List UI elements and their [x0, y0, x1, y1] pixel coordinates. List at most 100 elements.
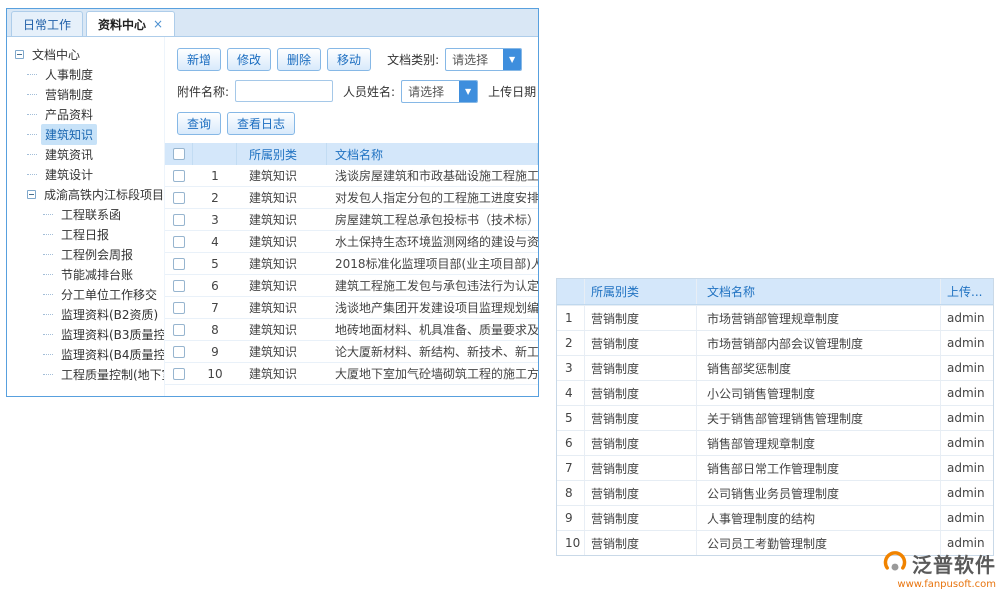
row-number-cell: 9 — [557, 506, 585, 530]
document-center-window: 日常工作 资料中心 × 文档中心 人事制度 营销制度 — [6, 8, 539, 397]
expand-icon[interactable] — [43, 334, 53, 335]
tab-data-center[interactable]: 资料中心 × — [86, 11, 175, 36]
expand-icon[interactable] — [43, 214, 53, 215]
sidebar-tree-item[interactable]: 分工单位工作移交 — [7, 284, 164, 304]
document-row[interactable]: 9 营销制度 人事管理制度的结构 admin — [557, 505, 993, 530]
document-row[interactable]: 10 建筑知识 大厦地下室加气砼墙砌筑工程的施工方... — [165, 363, 538, 385]
header-category-cell: 所属别类 — [237, 143, 327, 165]
expand-icon[interactable] — [43, 254, 53, 255]
category-cell: 建筑知识 — [237, 167, 327, 184]
row-checkbox[interactable] — [173, 170, 185, 182]
action-button[interactable]: 修改 — [227, 48, 271, 71]
row-checkbox[interactable] — [173, 280, 185, 292]
sidebar-tree-item[interactable]: 节能减排台账 — [7, 264, 164, 284]
sidebar-tree-item[interactable]: 工程联系函 — [7, 204, 164, 224]
row-checkbox[interactable] — [173, 258, 185, 270]
chevron-down-icon[interactable]: ▼ — [459, 81, 477, 102]
document-row[interactable]: 1 营销制度 市场营销部管理规章制度 admin — [557, 305, 993, 330]
sidebar-tree-item[interactable]: 工程日报 — [7, 224, 164, 244]
expand-icon[interactable] — [43, 314, 53, 315]
expand-icon[interactable] — [27, 154, 37, 155]
query-toolbar: 查询 查看日志 — [165, 107, 538, 139]
document-row[interactable]: 4 建筑知识 水土保持生态环境监测网络的建设与资... — [165, 231, 538, 253]
sidebar-tree-item[interactable]: 成渝高铁内江标段项目 — [7, 184, 164, 204]
table-header-row: 所属别类 文档名称 — [165, 143, 538, 165]
sidebar-tree-item[interactable]: 文档中心 — [7, 44, 164, 64]
expand-icon[interactable] — [15, 50, 24, 59]
document-row[interactable]: 8 营销制度 公司销售业务员管理制度 admin — [557, 480, 993, 505]
expand-icon[interactable] — [43, 234, 53, 235]
select-all-checkbox[interactable] — [173, 148, 185, 160]
brand-url-link[interactable]: www.fanpusoft.com — [897, 579, 996, 590]
expand-icon[interactable] — [43, 374, 53, 375]
document-row[interactable]: 2 营销制度 市场营销部内部会议管理制度 admin — [557, 330, 993, 355]
uploader-cell: admin — [941, 406, 993, 430]
chevron-down-icon[interactable]: ▼ — [503, 49, 521, 70]
view-log-button[interactable]: 查看日志 — [227, 112, 295, 135]
sidebar-tree-item[interactable]: 产品资料 — [7, 104, 164, 124]
document-row[interactable]: 3 营销制度 销售部奖惩制度 admin — [557, 355, 993, 380]
document-row[interactable]: 7 建筑知识 浅谈地产集团开发建设项目监理规划编... — [165, 297, 538, 319]
close-icon[interactable]: × — [153, 18, 163, 30]
category-cell: 建筑知识 — [237, 299, 327, 316]
row-checkbox[interactable] — [173, 192, 185, 204]
document-row[interactable]: 6 营销制度 销售部管理规章制度 admin — [557, 430, 993, 455]
row-number-cell: 3 — [557, 356, 585, 380]
action-button[interactable]: 删除 — [277, 48, 321, 71]
row-checkbox[interactable] — [173, 324, 185, 336]
sidebar-tree-item[interactable]: 工程质量控制(地下室) — [7, 364, 164, 384]
row-checkbox[interactable] — [173, 346, 185, 358]
expand-icon[interactable] — [27, 190, 36, 199]
uploader-cell: admin — [941, 481, 993, 505]
attachment-name-label: 附件名称: — [177, 83, 229, 100]
expand-icon[interactable] — [27, 134, 37, 135]
document-row[interactable]: 4 营销制度 小公司销售管理制度 admin — [557, 380, 993, 405]
row-number-cell: 1 — [557, 306, 585, 330]
sidebar-tree-item[interactable]: 监理资料(B2资质) — [7, 304, 164, 324]
category-cell: 营销制度 — [585, 381, 697, 405]
document-row[interactable]: 8 建筑知识 地砖地面材料、机具准备、质量要求及... — [165, 319, 538, 341]
expand-icon[interactable] — [27, 94, 37, 95]
expand-icon[interactable] — [27, 74, 37, 75]
person-name-select[interactable]: 请选择 ▼ — [401, 80, 478, 103]
expand-icon[interactable] — [27, 174, 37, 175]
expand-icon[interactable] — [43, 274, 53, 275]
sidebar-tree-item[interactable]: 营销制度 — [7, 84, 164, 104]
sidebar-tree-item[interactable]: 建筑资讯 — [7, 144, 164, 164]
doc-category-select[interactable]: 请选择 ▼ — [445, 48, 522, 71]
document-row[interactable]: 6 建筑知识 建筑工程施工发包与承包违法行为认定... — [165, 275, 538, 297]
category-cell: 建筑知识 — [237, 277, 327, 294]
document-row[interactable]: 9 建筑知识 论大厦新材料、新结构、新技术、新工... — [165, 341, 538, 363]
expand-icon[interactable] — [43, 354, 53, 355]
expand-icon[interactable] — [27, 114, 37, 115]
row-number-cell: 9 — [193, 345, 237, 359]
document-row[interactable]: 7 营销制度 销售部日常工作管理制度 admin — [557, 455, 993, 480]
sidebar-tree-item[interactable]: 建筑知识 — [7, 124, 164, 144]
query-button[interactable]: 查询 — [177, 112, 221, 135]
sidebar-tree-item[interactable]: 工程例会周报 — [7, 244, 164, 264]
document-row[interactable]: 1 建筑知识 浅谈房屋建筑和市政基础设施工程施工... — [165, 165, 538, 187]
row-checkbox[interactable] — [173, 236, 185, 248]
row-checkbox[interactable] — [173, 214, 185, 226]
tab-daily-work[interactable]: 日常工作 — [11, 11, 83, 36]
category-cell: 营销制度 — [585, 506, 697, 530]
row-checkbox[interactable] — [173, 368, 185, 380]
document-row[interactable]: 2 建筑知识 对发包人指定分包的工程施工进度安排... — [165, 187, 538, 209]
header-name-cell: 文档名称 — [327, 143, 538, 165]
expand-icon[interactable] — [43, 294, 53, 295]
row-checkbox[interactable] — [173, 302, 185, 314]
document-row[interactable]: 5 建筑知识 2018标准化监理项目部(业主项目部)人员... — [165, 253, 538, 275]
sidebar-tree-item[interactable]: 监理资料(B3质量控制) — [7, 324, 164, 344]
document-row[interactable]: 5 营销制度 关于销售部管理销售管理制度 admin — [557, 405, 993, 430]
select-value: 请选择 — [446, 51, 503, 68]
action-button[interactable]: 移动 — [327, 48, 371, 71]
sidebar-tree-item[interactable]: 监理资料(B4质量控制) — [7, 344, 164, 364]
action-button[interactable]: 新增 — [177, 48, 221, 71]
sidebar-tree-item[interactable]: 人事制度 — [7, 64, 164, 84]
attachment-name-input[interactable] — [235, 80, 333, 102]
sidebar-tree-item[interactable]: 建筑设计 — [7, 164, 164, 184]
uploader-cell: admin — [941, 356, 993, 380]
tab-label: 资料中心 — [98, 16, 146, 33]
document-name-cell: 浅谈地产集团开发建设项目监理规划编... — [327, 299, 538, 316]
document-row[interactable]: 3 建筑知识 房屋建筑工程总承包投标书（技术标）... — [165, 209, 538, 231]
